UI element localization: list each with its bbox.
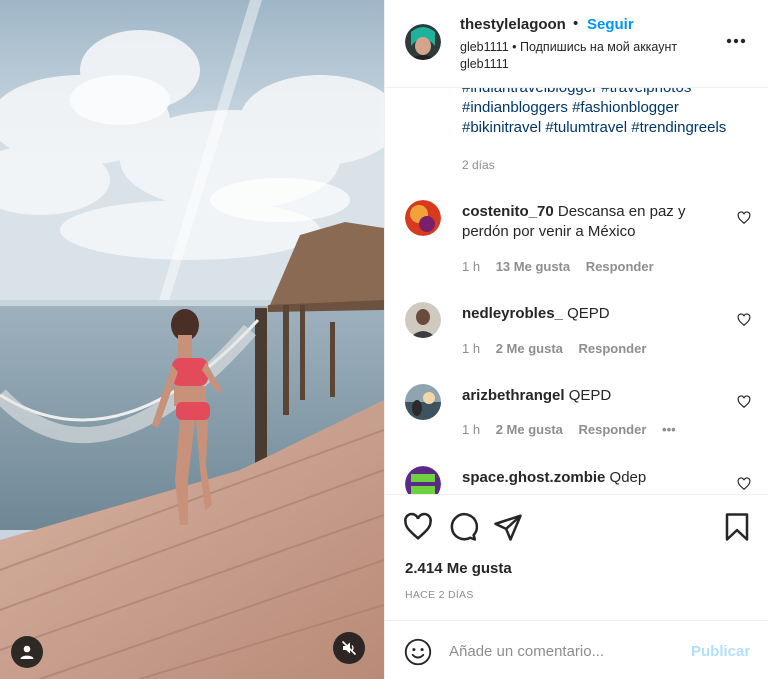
video-frame bbox=[0, 0, 384, 679]
post-header: thestylelagoon • Seguir gleb1111 • Подпи… bbox=[385, 0, 768, 88]
comment-input[interactable] bbox=[449, 638, 669, 664]
commenter-avatar[interactable] bbox=[405, 466, 441, 494]
hashtag-line[interactable]: #indianbloggers #fashionblogger bbox=[462, 98, 762, 118]
post-video[interactable] bbox=[0, 0, 384, 679]
comment-time[interactable]: 1 h bbox=[462, 341, 480, 356]
post-sidebar: thestylelagoon • Seguir gleb1111 • Подпи… bbox=[384, 0, 768, 679]
author-avatar[interactable] bbox=[405, 24, 441, 60]
comment-likes[interactable]: 13 Me gusta bbox=[496, 259, 570, 274]
paper-plane-icon[interactable] bbox=[493, 512, 523, 542]
user-icon bbox=[20, 645, 34, 659]
mute-button[interactable] bbox=[333, 632, 365, 664]
post-date[interactable]: HACE 2 DÍAS bbox=[405, 589, 474, 601]
publish-button[interactable]: Publicar bbox=[691, 643, 750, 660]
add-comment-bar: Publicar bbox=[385, 620, 768, 679]
reply-button[interactable]: Responder bbox=[579, 341, 647, 356]
hashtag-line[interactable]: #indiantravelblogger #travelphotos bbox=[462, 88, 762, 98]
reply-button[interactable]: Responder bbox=[586, 259, 654, 274]
commenter-avatar[interactable] bbox=[405, 384, 441, 420]
post-location-subtitle: gleb1111 • Подпишись на мой аккаунт gleb… bbox=[460, 40, 678, 71]
comment-text: arizbethrangel QEPD bbox=[462, 386, 712, 406]
commenter-username[interactable]: arizbethrangel bbox=[462, 387, 565, 404]
comment-body: QEPD bbox=[568, 387, 612, 404]
reply-button[interactable]: Responder bbox=[579, 422, 647, 437]
commenter-avatar[interactable] bbox=[405, 302, 441, 338]
heart-icon[interactable] bbox=[403, 512, 433, 542]
comment-likes[interactable]: 2 Me gusta bbox=[496, 341, 563, 356]
follow-button[interactable]: Seguir bbox=[587, 16, 634, 33]
author-username[interactable]: thestylelagoon bbox=[460, 16, 566, 33]
comments-list[interactable]: #indiantravelblogger #travelphotos #indi… bbox=[385, 88, 768, 494]
commenter-avatar[interactable] bbox=[405, 200, 441, 236]
comment-body: Qdep bbox=[609, 469, 647, 486]
comment-like-icon[interactable] bbox=[737, 477, 751, 491]
commenter-username[interactable]: nedleyrobles_ bbox=[462, 305, 563, 322]
comment-time[interactable]: 1 h bbox=[462, 259, 480, 274]
more-horizontal-icon bbox=[726, 38, 746, 44]
comment-meta: 1 h 2 Me gusta Responder bbox=[462, 341, 658, 356]
post-actions: 2.414 Me gusta HACE 2 DÍAS bbox=[385, 494, 768, 620]
more-options-button[interactable] bbox=[725, 30, 747, 52]
comment-like-icon[interactable] bbox=[737, 313, 751, 327]
hashtag-line[interactable]: #bikinitravel #tulumtravel #trendingreel… bbox=[462, 118, 762, 138]
comment-text: nedleyrobles_ QEPD bbox=[462, 304, 712, 324]
comment-time[interactable]: 1 h bbox=[462, 422, 480, 437]
comment-icon[interactable] bbox=[448, 512, 478, 542]
caption-timestamp[interactable]: 2 días bbox=[462, 158, 495, 172]
comment-text: costenito_70 Descansa en paz y perdón po… bbox=[462, 202, 712, 242]
comment-options-button[interactable]: ••• bbox=[662, 422, 676, 437]
header-separator: • bbox=[573, 15, 579, 32]
comment-meta: 1 h 2 Me gusta Responder ••• bbox=[462, 422, 688, 437]
comment-like-icon[interactable] bbox=[737, 211, 751, 225]
post-caption: #indiantravelblogger #travelphotos #indi… bbox=[462, 88, 762, 138]
emoji-icon[interactable] bbox=[404, 638, 432, 666]
bookmark-icon[interactable] bbox=[722, 512, 752, 542]
speaker-muted-icon bbox=[341, 640, 357, 656]
comment-likes[interactable]: 2 Me gusta bbox=[496, 422, 563, 437]
comment-body: QEPD bbox=[567, 305, 610, 322]
comment-like-icon[interactable] bbox=[737, 395, 751, 409]
comment-text: space.ghost.zombie Qdep bbox=[462, 468, 712, 488]
commenter-username[interactable]: space.ghost.zombie bbox=[462, 469, 605, 486]
tagged-users-button[interactable] bbox=[11, 636, 43, 668]
commenter-username[interactable]: costenito_70 bbox=[462, 203, 554, 220]
comment-meta: 1 h 13 Me gusta Responder bbox=[462, 259, 666, 274]
likes-count[interactable]: 2.414 Me gusta bbox=[405, 560, 512, 577]
